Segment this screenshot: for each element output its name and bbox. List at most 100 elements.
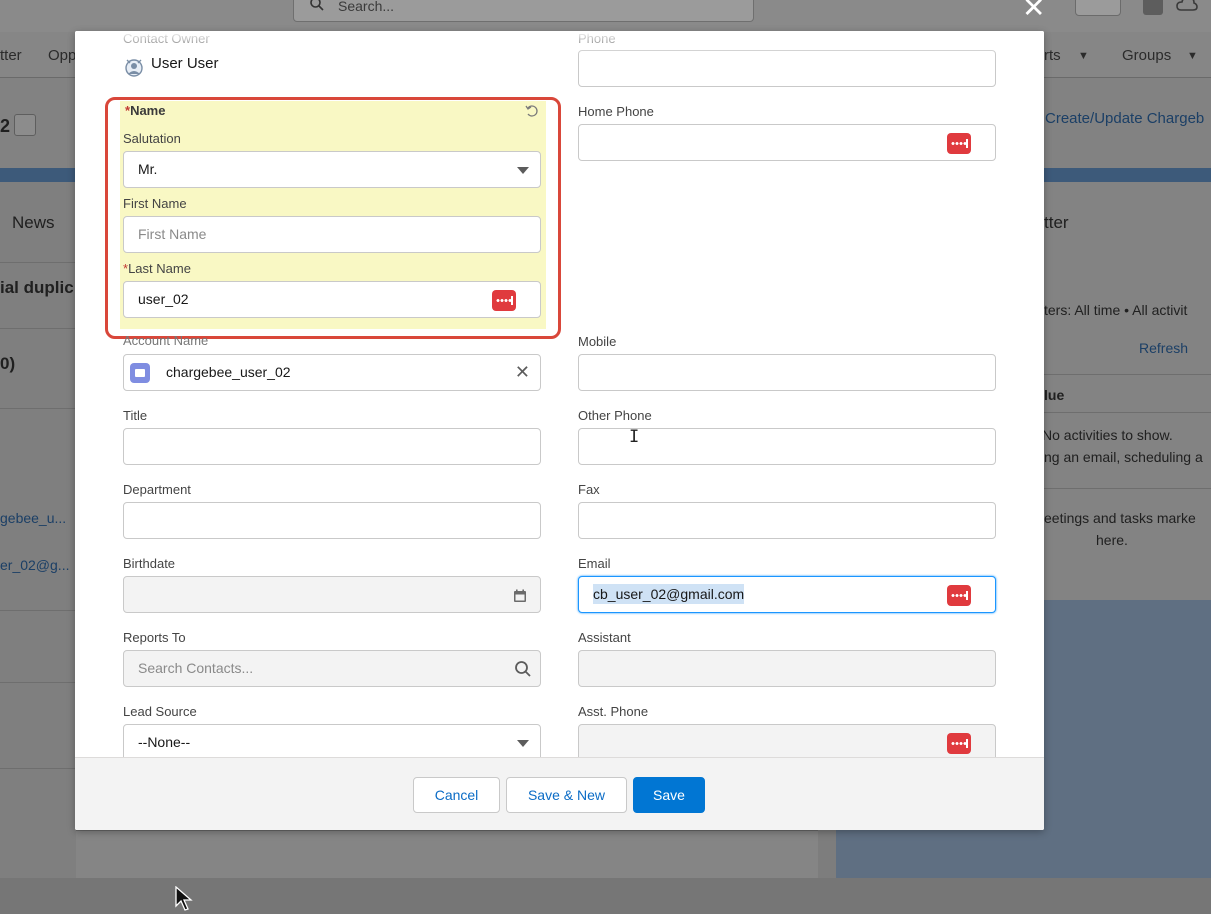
chevron-down-icon[interactable]: ▼ <box>1078 50 1089 62</box>
upcoming-overdue-header: lue <box>1044 387 1065 403</box>
name-section-label: *Name <box>125 103 165 118</box>
past-activities-here: here. <box>1096 532 1128 548</box>
modal-footer: Cancel Save & New Save <box>75 757 1044 830</box>
no-activities-text: No activities to show. <box>1042 427 1173 443</box>
favorites-button[interactable] <box>1075 0 1121 16</box>
past-activities-text: eetings and tasks marke <box>1044 510 1196 526</box>
department-label: Department <box>123 482 191 497</box>
cancel-button[interactable]: Cancel <box>413 777 500 813</box>
fax-label: Fax <box>578 482 600 497</box>
password-manager-icon[interactable] <box>492 290 516 311</box>
password-manager-icon[interactable] <box>947 585 971 606</box>
title-label: Title <box>123 408 148 423</box>
last-name-value: user_02 <box>138 291 189 307</box>
last-name-input[interactable]: user_02 <box>123 281 541 318</box>
assistant-label: Assistant <box>578 630 631 645</box>
birthdate-label: Birthdate <box>123 556 176 571</box>
other-phone-input[interactable] <box>578 428 996 465</box>
get-started-text: ng an email, scheduling a <box>1044 449 1203 465</box>
activity-filters-text: ters: All time • All activit <box>1044 302 1188 318</box>
record-title-fragment: 2 <box>0 116 11 136</box>
account-icon <box>130 363 150 383</box>
text-cursor-icon: I <box>629 427 640 447</box>
lead-source-select[interactable]: --None-- <box>123 724 541 757</box>
other-phone-label: Other Phone <box>578 408 652 423</box>
phone-label: Phone <box>578 31 616 46</box>
setup-icon[interactable] <box>1176 0 1198 13</box>
related-link-account[interactable]: gebee_u... <box>0 510 66 526</box>
mobile-input[interactable] <box>578 354 996 391</box>
global-actions-icon[interactable] <box>1143 0 1163 15</box>
divider <box>0 682 76 683</box>
divider <box>0 768 76 769</box>
reports-to-label: Reports To <box>123 630 186 645</box>
search-icon <box>515 661 531 677</box>
global-search-input[interactable]: Search... <box>293 0 754 22</box>
password-manager-icon[interactable] <box>947 133 971 154</box>
chevron-down-icon <box>517 167 529 174</box>
mouse-cursor-icon <box>175 886 193 911</box>
reports-to-placeholder: Search Contacts... <box>138 660 254 676</box>
reports-to-lookup[interactable]: Search Contacts... <box>123 650 541 687</box>
home-phone-input[interactable] <box>578 124 996 161</box>
phone-input[interactable] <box>578 50 996 87</box>
fax-input[interactable] <box>578 502 996 539</box>
chevron-down-icon <box>517 740 529 747</box>
undo-icon[interactable] <box>525 104 539 118</box>
refresh-link[interactable]: Refresh <box>1139 340 1188 356</box>
calendar-icon[interactable] <box>513 589 527 603</box>
create-update-chargebee-link[interactable]: Create/Update Chargeb <box>1045 110 1204 127</box>
hierarchy-icon[interactable] <box>14 114 36 136</box>
email-value: cb_user_02@gmail.com <box>593 584 745 604</box>
tab-news[interactable]: News <box>12 213 55 233</box>
related-link-email[interactable]: er_02@g... <box>0 557 69 573</box>
close-icon[interactable]: ✕ <box>1022 0 1045 22</box>
tab-chatter[interactable]: tter <box>1044 213 1069 233</box>
assistant-input[interactable] <box>578 650 996 687</box>
home-phone-label: Home Phone <box>578 104 654 119</box>
modal-body: Contact Owner User User *Name Salutation… <box>75 31 1044 757</box>
divider <box>0 262 76 263</box>
password-manager-icon[interactable] <box>947 733 971 754</box>
title-input[interactable] <box>123 428 541 465</box>
mobile-label: Mobile <box>578 334 617 349</box>
email-label: Email <box>578 556 611 571</box>
first-name-placeholder: First Name <box>138 226 207 242</box>
lead-source-value: --None-- <box>138 734 191 750</box>
birthdate-input[interactable] <box>123 576 541 613</box>
chevron-down-icon[interactable]: ▼ <box>1187 50 1198 62</box>
global-search-placeholder: Search... <box>338 0 395 14</box>
divider <box>1044 374 1211 375</box>
duplicate-warning-text: ial duplic <box>0 278 74 297</box>
clear-selection-icon[interactable]: ✕ <box>515 355 530 390</box>
new-contact-modal: Contact Owner User User *Name Salutation… <box>75 31 1044 830</box>
email-input[interactable]: cb_user_02@gmail.com <box>578 576 996 613</box>
save-button[interactable]: Save <box>633 777 705 813</box>
related-count-text: 0) <box>0 354 16 373</box>
first-name-input[interactable]: First Name <box>123 216 541 253</box>
contact-owner-value: User User <box>151 55 219 72</box>
last-name-label-text: Last Name <box>128 261 191 276</box>
divider <box>1044 412 1211 413</box>
divider <box>1044 488 1211 489</box>
user-avatar-icon <box>125 59 143 77</box>
nav-item-groups[interactable]: Groups <box>1122 47 1171 64</box>
contact-owner-label: Contact Owner <box>123 31 210 46</box>
account-name-lookup[interactable]: chargebee_user_02 ✕ <box>123 354 541 391</box>
nav-item-chatter[interactable]: tter <box>0 47 22 64</box>
divider <box>0 328 76 329</box>
nav-item-opportunities[interactable]: Opp <box>48 47 76 64</box>
nav-item-reports[interactable]: rts <box>1044 47 1061 64</box>
asst-phone-input[interactable] <box>578 724 996 757</box>
search-icon <box>310 0 324 11</box>
save-and-new-button[interactable]: Save & New <box>506 777 627 813</box>
account-name-value: chargebee_user_02 <box>166 364 291 380</box>
salutation-select[interactable]: Mr. <box>123 151 541 188</box>
department-input[interactable] <box>123 502 541 539</box>
salutation-label: Salutation <box>123 131 181 146</box>
name-label-text: Name <box>130 103 166 118</box>
first-name-label: First Name <box>123 196 187 211</box>
related-card <box>76 830 818 878</box>
salutation-value: Mr. <box>138 161 158 177</box>
divider <box>0 610 76 611</box>
